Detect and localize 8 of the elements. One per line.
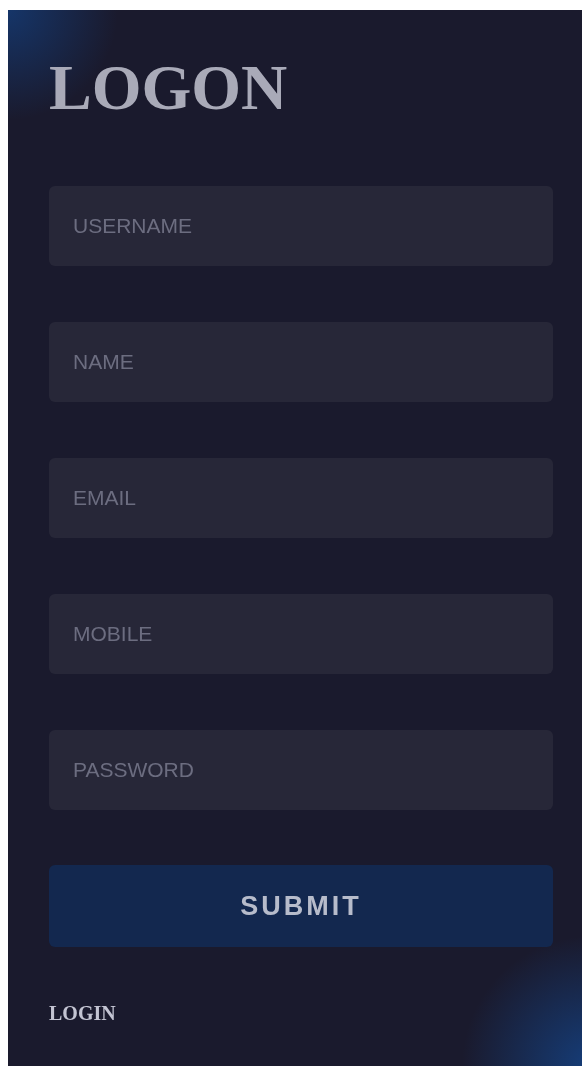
input-field[interactable]: PASSWORD xyxy=(49,730,553,810)
form-title: LOGON xyxy=(49,52,288,124)
submit-button[interactable]: SUBMIT xyxy=(49,865,553,947)
input-field[interactable]: USERNAME xyxy=(49,186,553,266)
input-field[interactable]: EMAIL xyxy=(49,458,553,538)
input-field[interactable]: NAME xyxy=(49,322,553,402)
input-field[interactable]: MOBILE xyxy=(49,594,553,674)
login-link[interactable]: LOGIN xyxy=(49,1002,116,1025)
